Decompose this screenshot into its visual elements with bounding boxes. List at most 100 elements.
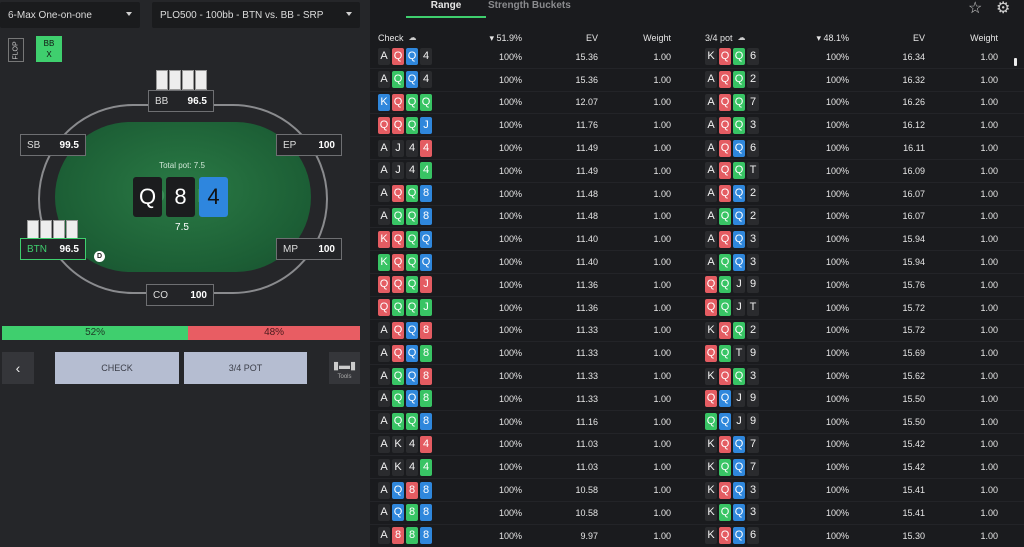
hand-card: 3 — [747, 481, 759, 499]
table-row[interactable]: A K 4 4 100% 11.03 1.00 — [370, 434, 697, 457]
table-row[interactable]: A K 4 4 100% 11.03 1.00 — [370, 456, 697, 480]
table-row[interactable]: A Q Q 3 100% 16.12 1.00 — [697, 114, 1024, 138]
board-card: 4 — [199, 177, 228, 217]
hand-card: J — [733, 299, 745, 317]
ev-cell: 11.33 — [576, 371, 598, 382]
hand-cards: AJ44 — [370, 162, 466, 180]
table-row[interactable]: K Q Q 3 100% 15.41 1.00 — [697, 502, 1024, 525]
table-row[interactable]: K Q Q 7 100% 15.42 1.00 — [697, 434, 1024, 457]
table-row[interactable]: A Q Q 4 100% 15.36 1.00 — [370, 46, 697, 69]
table-row[interactable]: A Q Q 8 100% 11.16 1.00 — [370, 411, 697, 434]
back-button[interactable]: ‹ — [2, 352, 34, 384]
table-row[interactable]: Q Q Q J 100% 11.76 1.00 — [370, 114, 697, 138]
table-row[interactable]: Q Q J 9 100% 15.76 1.00 — [697, 274, 1024, 297]
table-row[interactable]: K Q Q 3 100% 15.62 1.00 — [697, 365, 1024, 388]
table-row[interactable]: K Q Q 6 100% 16.34 1.00 — [697, 46, 1024, 69]
table-row[interactable]: A Q Q 8 100% 11.33 1.00 — [370, 320, 697, 343]
table-row[interactable]: K Q Q Q 100% 11.40 1.00 — [370, 251, 697, 274]
check-button[interactable]: CHECK — [55, 352, 179, 384]
hand-card: 4 — [420, 71, 432, 89]
frequency-cell: 100% — [825, 97, 849, 108]
hand-card: Q — [719, 481, 731, 499]
table-row[interactable]: Q Q Q J 100% 11.36 1.00 — [370, 297, 697, 320]
tools-button[interactable]: ▮▬▮ Tools — [329, 352, 360, 384]
weight-cell: 1.00 — [653, 416, 671, 427]
seat-btn[interactable]: BTN 96.5 — [20, 238, 86, 260]
table-row[interactable]: Q Q J 9 100% 15.50 1.00 — [697, 388, 1024, 411]
table-row[interactable]: A Q 8 8 100% 10.58 1.00 — [370, 502, 697, 525]
table-row[interactable]: A Q 8 8 100% 10.58 1.00 — [370, 479, 697, 502]
table-row[interactable]: A Q Q 3 100% 15.94 1.00 — [697, 251, 1024, 274]
table-row[interactable]: A Q Q 8 100% 11.48 1.00 — [370, 206, 697, 229]
hand-cards: AQQ8 — [370, 207, 466, 225]
game-select[interactable]: 6-Max One-on-one — [0, 2, 140, 28]
table-row[interactable]: A Q Q 2 100% 16.07 1.00 — [697, 206, 1024, 229]
table-row[interactable]: A Q Q 2 100% 16.07 1.00 — [697, 183, 1024, 206]
seat-ep[interactable]: EP 100 — [276, 134, 342, 156]
table-row[interactable]: K Q Q 2 100% 15.72 1.00 — [697, 320, 1024, 343]
table-row[interactable]: A Q Q 7 100% 16.26 1.00 — [697, 92, 1024, 115]
table-row[interactable]: A Q Q 3 100% 15.94 1.00 — [697, 228, 1024, 252]
table-row[interactable]: Q Q Q J 100% 11.36 1.00 — [370, 274, 697, 297]
ev-header[interactable]: EV — [849, 33, 925, 43]
seat-co[interactable]: CO 100 — [146, 284, 214, 306]
hand-card: Q — [719, 390, 731, 408]
seat-mp[interactable]: MP 100 — [276, 238, 342, 260]
tab-range[interactable]: Range — [406, 0, 486, 18]
table-row[interactable]: Q Q J 9 100% 15.50 1.00 — [697, 411, 1024, 434]
hand-card: Q — [392, 71, 404, 89]
table-row[interactable]: K Q Q 6 100% 15.30 1.00 — [697, 525, 1024, 547]
ev-cell: 16.07 — [902, 211, 925, 222]
weight-cell: 1.00 — [653, 348, 671, 359]
freq-header[interactable]: ▾ 48.1% — [793, 33, 849, 44]
history-action-chip[interactable]: BB X — [36, 36, 62, 62]
seat-position: CO — [153, 289, 168, 301]
hand-card: Q — [719, 207, 731, 225]
weight-header[interactable]: Weight — [598, 33, 681, 43]
tab-strength-buckets[interactable]: Strength Buckets — [488, 0, 571, 18]
weight-header[interactable]: Weight — [925, 33, 1008, 43]
freq-header[interactable]: ▾ 51.9% — [466, 33, 522, 44]
seat-bb[interactable]: BB 96.5 — [148, 90, 214, 112]
hand-card: Q — [733, 481, 745, 499]
weight-cell: 1.00 — [653, 143, 671, 154]
table-row[interactable]: K Q Q 3 100% 15.41 1.00 — [697, 479, 1024, 502]
table-row[interactable]: A Q Q 8 100% 11.48 1.00 — [370, 183, 697, 206]
cloud-download-icon[interactable]: ☁ — [738, 33, 746, 43]
table-row[interactable]: K Q Q Q 100% 11.40 1.00 — [370, 228, 697, 252]
bet-three-quarter-pot-button[interactable]: 3/4 POT — [184, 352, 307, 384]
freq-header-value: 51.9% — [496, 32, 522, 43]
table-row[interactable]: A Q Q 2 100% 16.32 1.00 — [697, 69, 1024, 92]
table-row[interactable]: A Q Q T 100% 16.09 1.00 — [697, 160, 1024, 183]
hand-card: Q — [705, 413, 717, 431]
spot-select[interactable]: PLO500 - 100bb - BTN vs. BB - SRP — [152, 2, 360, 28]
gear-icon[interactable]: ⚙ — [996, 0, 1010, 18]
table-row[interactable]: A Q Q 8 100% 11.33 1.00 — [370, 365, 697, 388]
hand-card: J — [420, 299, 432, 317]
table-row[interactable]: A Q Q 8 100% 11.33 1.00 — [370, 388, 697, 411]
frequency-cell: 100% — [498, 416, 522, 427]
cloud-download-icon[interactable]: ☁ — [409, 33, 417, 43]
weight-cell: 1.00 — [980, 120, 998, 131]
table-row[interactable]: A Q Q 8 100% 11.33 1.00 — [370, 342, 697, 366]
weight-cell: 1.00 — [980, 234, 998, 245]
hand-card: A — [378, 321, 390, 339]
table-row[interactable]: A 8 8 8 100% 9.97 1.00 — [370, 525, 697, 547]
hand-cards: AQQ8 — [370, 367, 466, 385]
table-row[interactable]: A Q Q 6 100% 16.11 1.00 — [697, 137, 1024, 160]
table-row[interactable]: K Q Q Q 100% 12.07 1.00 — [370, 92, 697, 115]
check-hand-list: A Q Q 4 100% 15.36 1.00 A Q Q 4 100% 15.36 1.00 K Q Q Q 10… — [370, 46, 697, 547]
table-row[interactable]: Q Q T 9 100% 15.69 1.00 — [697, 342, 1024, 366]
table-row[interactable]: A J 4 4 100% 11.49 1.00 — [370, 160, 697, 183]
weight-cell: 1.00 — [653, 257, 671, 268]
ev-header[interactable]: EV — [522, 33, 598, 43]
star-icon[interactable]: ☆ — [968, 0, 982, 18]
table-row[interactable]: Q Q J T 100% 15.72 1.00 — [697, 297, 1024, 320]
table-row[interactable]: A J 4 4 100% 11.49 1.00 — [370, 137, 697, 160]
ev-cell: 15.41 — [902, 507, 925, 518]
table-row[interactable]: A Q Q 4 100% 15.36 1.00 — [370, 69, 697, 92]
table-row[interactable]: K Q Q 7 100% 15.42 1.00 — [697, 456, 1024, 480]
hand-card: A — [705, 185, 717, 203]
seat-sb[interactable]: SB 99.5 — [20, 134, 86, 156]
scrollbar-thumb[interactable] — [1014, 58, 1017, 66]
